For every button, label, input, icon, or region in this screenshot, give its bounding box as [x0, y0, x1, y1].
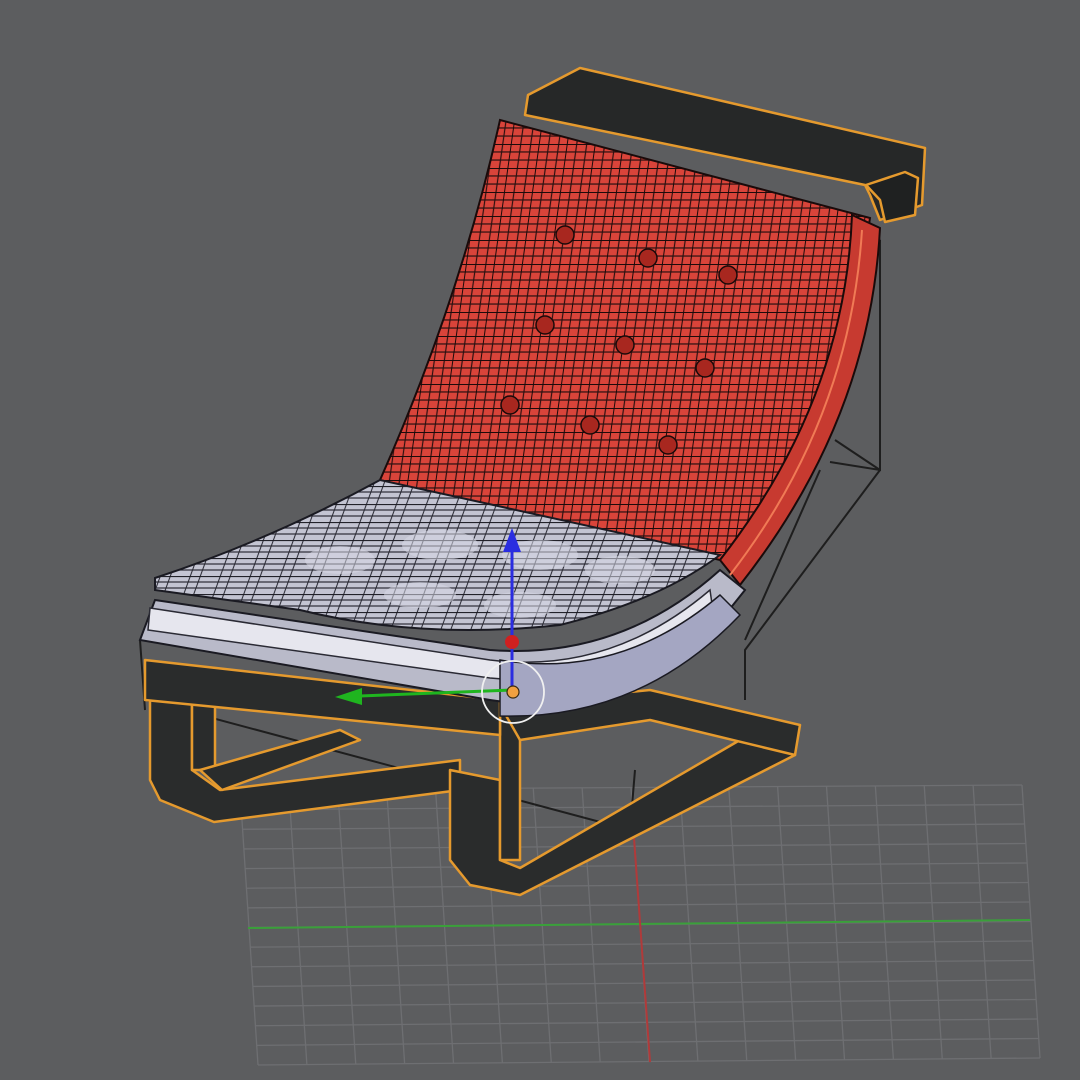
- 3d-viewport[interactable]: [0, 0, 1080, 1080]
- y-axis-line: [631, 809, 651, 1063]
- pivot-point-icon[interactable]: [506, 685, 520, 699]
- gizmo-origin-red: [505, 635, 519, 649]
- viewport-scene[interactable]: [0, 0, 1080, 1080]
